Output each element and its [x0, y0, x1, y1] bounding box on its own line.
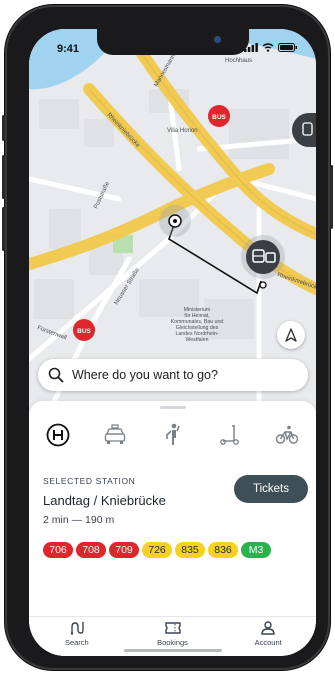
- line-badge[interactable]: 708: [76, 542, 106, 558]
- navigation-arrow-icon: [285, 328, 297, 342]
- bus-stop-icon[interactable]: BUS: [208, 105, 230, 127]
- notch: [97, 29, 249, 55]
- tickets-button[interactable]: Tickets: [234, 475, 308, 503]
- search-icon: [48, 367, 64, 383]
- mode-selector: [29, 419, 316, 451]
- mode-e-scooter[interactable]: [215, 420, 245, 450]
- tab-search[interactable]: Search: [29, 617, 125, 656]
- home-indicator[interactable]: [124, 649, 222, 652]
- line-badge[interactable]: 726: [142, 542, 172, 558]
- volume-down-button: [2, 207, 5, 251]
- mode-walk[interactable]: [157, 420, 187, 450]
- map-label-villa: Vilia Horion: [167, 128, 198, 134]
- route-icon: [70, 622, 84, 635]
- tab-account-label: Account: [254, 638, 282, 647]
- bus-stop-icon[interactable]: BUS: [73, 319, 95, 341]
- bike-icon: [276, 425, 299, 444]
- selected-station-label: SELECTED STATION: [43, 476, 136, 486]
- station-name: Landtag / Kniebrücke: [43, 493, 166, 508]
- mode-bike[interactable]: [272, 420, 302, 450]
- line-badge[interactable]: 709: [109, 542, 139, 558]
- svg-text:Westfalen: Westfalen: [186, 337, 209, 343]
- search-placeholder: Where do you want to go?: [72, 368, 218, 382]
- status-icons: [244, 43, 298, 52]
- line-badges: 706 708 709 726 835 836 M3: [43, 542, 303, 558]
- line-badge[interactable]: 835: [175, 542, 205, 558]
- svg-text:BUS: BUS: [212, 114, 226, 121]
- svg-text:BUS: BUS: [77, 328, 91, 335]
- line-badge[interactable]: 706: [43, 542, 73, 558]
- bottom-sheet: SELECTED STATION Landtag / Kniebrücke 2 …: [29, 401, 316, 656]
- user-icon: [261, 621, 275, 635]
- recenter-button[interactable]: [277, 321, 305, 349]
- battery-icon: [278, 43, 297, 52]
- line-badge[interactable]: 836: [208, 542, 238, 558]
- sheet-grabber[interactable]: [160, 406, 186, 409]
- walking-icon: [166, 423, 181, 445]
- mode-public-transport[interactable]: [43, 420, 73, 450]
- front-camera: [214, 36, 221, 43]
- search-input[interactable]: Where do you want to go?: [38, 359, 308, 391]
- tab-bookings-label: Bookings: [157, 638, 188, 647]
- tab-account[interactable]: Account: [220, 617, 316, 656]
- map-label-hochhaus: Hochhaus: [225, 58, 252, 64]
- taxi-icon: [104, 424, 126, 444]
- station-distance: 2 min — 190 m: [43, 514, 115, 526]
- power-button: [330, 165, 333, 229]
- line-badge[interactable]: M3: [241, 542, 271, 558]
- mute-switch: [2, 115, 5, 141]
- tab-search-label: Search: [64, 638, 89, 647]
- map[interactable]: Hochhaus Vilia Horion Rheinkniebrücke Ma…: [29, 29, 316, 412]
- h-station-icon: [46, 423, 70, 447]
- mode-taxi[interactable]: [100, 420, 130, 450]
- screen: Hochhaus Vilia Horion Rheinkniebrücke Ma…: [29, 29, 316, 656]
- volume-up-button: [2, 155, 5, 199]
- signal-icon: [244, 43, 258, 52]
- phone-frame: Hochhaus Vilia Horion Rheinkniebrücke Ma…: [2, 5, 333, 670]
- wifi-icon: [262, 43, 274, 52]
- ticket-icon: [164, 622, 181, 634]
- scooter-icon: [220, 425, 239, 445]
- status-time: 9:41: [57, 43, 80, 55]
